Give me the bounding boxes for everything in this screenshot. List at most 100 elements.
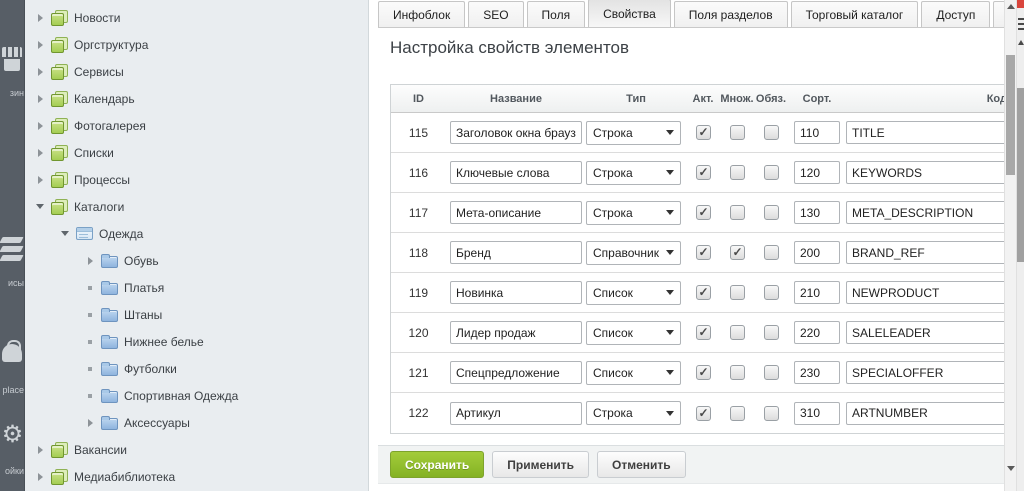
tree-item-spiski[interactable]: Списки bbox=[25, 139, 368, 166]
sort-input[interactable] bbox=[794, 281, 840, 304]
outer-scrollbar-thumb[interactable] bbox=[1017, 88, 1024, 262]
tree-item-processy[interactable]: Процессы bbox=[25, 166, 368, 193]
sort-input[interactable] bbox=[794, 402, 840, 425]
tree-item-sportivnaya-odezhda[interactable]: Спортивная Одежда bbox=[25, 382, 368, 409]
scroll-up-icon[interactable] bbox=[1007, 4, 1015, 9]
tree-item-nizhnee-bele[interactable]: Нижнее белье bbox=[25, 328, 368, 355]
apply-button[interactable]: Применить bbox=[492, 451, 589, 478]
tree-item-odezhda[interactable]: Одежда bbox=[25, 220, 368, 247]
expand-arrow-icon[interactable] bbox=[38, 149, 43, 157]
name-input[interactable] bbox=[450, 121, 582, 144]
tree-item-platya[interactable]: Платья bbox=[25, 274, 368, 301]
expand-arrow-icon[interactable] bbox=[38, 95, 43, 103]
type-select[interactable]: Строка bbox=[586, 401, 681, 425]
expand-arrow-icon[interactable] bbox=[38, 68, 43, 76]
multiple-checkbox[interactable] bbox=[730, 125, 745, 140]
expand-arrow-icon[interactable] bbox=[88, 257, 93, 265]
sort-input[interactable] bbox=[794, 361, 840, 384]
rail-item-services[interactable]: исы bbox=[0, 235, 25, 269]
type-select[interactable]: Список bbox=[586, 281, 681, 305]
sort-input[interactable] bbox=[794, 161, 840, 184]
name-input[interactable] bbox=[450, 321, 582, 344]
type-select[interactable]: Список bbox=[586, 361, 681, 385]
name-input[interactable] bbox=[450, 402, 582, 425]
tree-item-fotogalereya[interactable]: Фотогалерея bbox=[25, 112, 368, 139]
rail-item-store[interactable]: зин bbox=[0, 45, 25, 79]
name-input[interactable] bbox=[450, 281, 582, 304]
active-checkbox[interactable] bbox=[696, 125, 711, 140]
tree-item-orgstruktura[interactable]: Оргструктура bbox=[25, 31, 368, 58]
tab-torgovyy-katalog[interactable]: Торговый каталог bbox=[791, 1, 919, 27]
expand-arrow-icon[interactable] bbox=[38, 176, 43, 184]
tree-item-katalogi[interactable]: Каталоги bbox=[25, 193, 368, 220]
expand-arrow-icon[interactable] bbox=[38, 473, 43, 481]
multiple-checkbox[interactable] bbox=[730, 165, 745, 180]
active-checkbox[interactable] bbox=[696, 205, 711, 220]
code-input[interactable] bbox=[846, 321, 1004, 344]
tab-polya-razdelov[interactable]: Поля разделов bbox=[674, 1, 788, 27]
type-select[interactable]: Строка bbox=[586, 121, 681, 145]
active-checkbox[interactable] bbox=[696, 365, 711, 380]
active-checkbox[interactable] bbox=[696, 406, 711, 421]
scroll-down-icon[interactable] bbox=[1007, 466, 1015, 471]
tab-polya[interactable]: Поля bbox=[527, 1, 586, 27]
type-select[interactable]: Список bbox=[586, 321, 681, 345]
tab-dostup[interactable]: Доступ bbox=[921, 1, 990, 27]
required-checkbox[interactable] bbox=[764, 125, 779, 140]
type-select[interactable]: Справочник bbox=[586, 241, 681, 265]
sort-input[interactable] bbox=[794, 321, 840, 344]
multiple-checkbox[interactable] bbox=[730, 365, 745, 380]
required-checkbox[interactable] bbox=[764, 205, 779, 220]
tree-item-servisy[interactable]: Сервисы bbox=[25, 58, 368, 85]
collapse-arrow-icon[interactable] bbox=[36, 204, 44, 209]
expand-arrow-icon[interactable] bbox=[38, 446, 43, 454]
code-input[interactable] bbox=[846, 201, 1004, 224]
name-input[interactable] bbox=[450, 361, 582, 384]
active-checkbox[interactable] bbox=[696, 285, 711, 300]
inner-scrollbar[interactable] bbox=[1004, 0, 1016, 491]
tab-podpisi[interactable]: Подписи bbox=[993, 1, 1004, 27]
active-checkbox[interactable] bbox=[696, 245, 711, 260]
name-input[interactable] bbox=[450, 241, 582, 264]
cancel-button[interactable]: Отменить bbox=[597, 451, 686, 478]
multiple-checkbox[interactable] bbox=[730, 406, 745, 421]
name-input[interactable] bbox=[450, 201, 582, 224]
multiple-checkbox[interactable] bbox=[730, 205, 745, 220]
active-checkbox[interactable] bbox=[696, 165, 711, 180]
tree-item-mediabiblioteka[interactable]: Медиабиблиотека bbox=[25, 463, 368, 490]
expand-arrow-icon[interactable] bbox=[38, 122, 43, 130]
tree-item-novosti[interactable]: Новости bbox=[25, 4, 368, 31]
expand-arrow-icon[interactable] bbox=[38, 14, 43, 22]
inner-scrollbar-thumb[interactable] bbox=[1006, 55, 1015, 175]
collapse-arrow-icon[interactable] bbox=[61, 231, 69, 236]
expand-arrow-icon[interactable] bbox=[88, 419, 93, 427]
save-button[interactable]: Сохранить bbox=[390, 451, 484, 478]
multiple-checkbox[interactable] bbox=[730, 325, 745, 340]
rail-item-marketplace[interactable]: place bbox=[0, 340, 25, 374]
required-checkbox[interactable] bbox=[764, 165, 779, 180]
expand-arrow-icon[interactable] bbox=[38, 41, 43, 49]
sort-input[interactable] bbox=[794, 241, 840, 264]
tree-item-obuv[interactable]: Обувь bbox=[25, 247, 368, 274]
tab-seo[interactable]: SEO bbox=[468, 1, 523, 27]
tab-svoystva[interactable]: Свойства bbox=[588, 0, 671, 27]
required-checkbox[interactable] bbox=[764, 406, 779, 421]
code-input[interactable] bbox=[846, 121, 1004, 144]
tree-item-vakansii[interactable]: Вакансии bbox=[25, 436, 368, 463]
code-input[interactable] bbox=[846, 361, 1004, 384]
code-input[interactable] bbox=[846, 161, 1004, 184]
rail-item-settings[interactable]: ⚙ ойки bbox=[0, 421, 25, 455]
required-checkbox[interactable] bbox=[764, 285, 779, 300]
required-checkbox[interactable] bbox=[764, 245, 779, 260]
code-input[interactable] bbox=[846, 241, 1004, 264]
active-checkbox[interactable] bbox=[696, 325, 711, 340]
tree-item-aksessuary[interactable]: Аксессуары bbox=[25, 409, 368, 436]
scrollbar-grip-icon[interactable] bbox=[1018, 18, 1024, 30]
tab-infoblok[interactable]: Инфоблок bbox=[378, 1, 465, 27]
sort-input[interactable] bbox=[794, 121, 840, 144]
scroll-up-icon[interactable] bbox=[1018, 40, 1024, 45]
required-checkbox[interactable] bbox=[764, 325, 779, 340]
sort-input[interactable] bbox=[794, 201, 840, 224]
name-input[interactable] bbox=[450, 161, 582, 184]
type-select[interactable]: Строка bbox=[586, 161, 681, 185]
